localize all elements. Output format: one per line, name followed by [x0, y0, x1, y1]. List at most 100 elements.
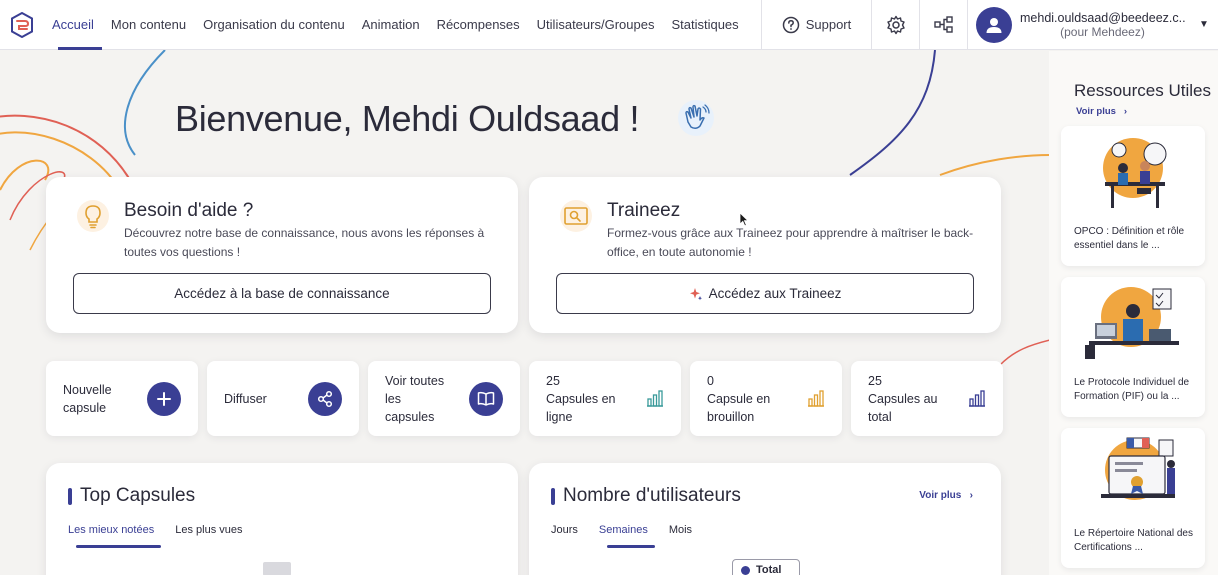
help-card: Besoin d'aide ? Découvrez notre base de …: [46, 177, 518, 333]
resource-card[interactable]: Le Protocole Individuel de Formation (PI…: [1061, 277, 1205, 417]
resource-illustration: [1101, 437, 1175, 500]
top-navigation-bar: Accueil Mon contenu Organisation du cont…: [0, 0, 1218, 50]
nav-item-statistiques[interactable]: Statistiques: [663, 0, 747, 49]
legend-label: Total: [756, 564, 782, 575]
user-organization: (pour Mehdeez): [1060, 24, 1145, 39]
online-capsules-count: 25: [546, 374, 560, 388]
share-tile[interactable]: Diffuser: [207, 361, 359, 436]
chevron-right-icon: ›: [1118, 106, 1128, 117]
tile-label: 25 Capsules en ligne: [546, 372, 616, 426]
support-label: Support: [805, 17, 852, 32]
settings-button[interactable]: [871, 0, 919, 49]
waving-hand-icon: [678, 100, 714, 136]
share-icon: [308, 382, 342, 416]
help-card-description: Découvrez notre base de connaissance, no…: [124, 226, 485, 259]
main-nav: Accueil Mon contenu Organisation du cont…: [44, 0, 747, 50]
nav-item-mon-contenu[interactable]: Mon contenu: [102, 0, 194, 49]
top-capsules-panel: Top Capsules Les mieux notées Les plus v…: [46, 463, 518, 575]
tile-label-line: les: [385, 392, 401, 406]
draft-capsules-count: 0: [707, 374, 714, 388]
welcome-heading: Bienvenue, Mehdi Ouldsaad !: [175, 98, 640, 139]
resource-illustration: [1103, 138, 1167, 208]
knowledge-base-button[interactable]: Accédez à la base de connaissance: [73, 273, 491, 314]
help-circle-icon: [782, 16, 799, 33]
loading-placeholder: [263, 562, 291, 575]
tile-label: 0 Capsule en brouillon: [707, 372, 770, 426]
nav-item-organisation[interactable]: Organisation du contenu: [195, 0, 354, 49]
resource-title: Le Protocole Individuel de Formation (PI…: [1074, 377, 1190, 402]
help-card-title: Besoin d'aide ?: [124, 200, 254, 221]
tile-label-line: Capsules au: [868, 392, 938, 406]
resources-sidebar: Ressources Utiles Voir plus › OPCO : Déf…: [1049, 51, 1218, 575]
legend-dot: [741, 565, 750, 575]
see-more-label: Voir plus: [919, 490, 962, 501]
certificate-icon: [560, 200, 592, 232]
user-menu[interactable]: mehdi.ouldsaad@beedeez.c... (pour Mehdee…: [967, 0, 1218, 49]
user-info: mehdi.ouldsaad@beedeez.c... (pour Mehdee…: [1020, 11, 1185, 39]
online-capsules-tile[interactable]: 25 Capsules en ligne: [529, 361, 681, 436]
users-count-tabs: Jours Semaines Mois: [551, 524, 713, 548]
lightbulb-icon: [77, 200, 109, 232]
gear-icon: [886, 15, 905, 34]
resources-see-more-link[interactable]: Voir plus ›: [1076, 106, 1127, 117]
tile-label: 25 Capsules au total: [868, 372, 938, 426]
resource-title: Le Répertoire National des Certification…: [1074, 528, 1193, 553]
plus-icon: [147, 382, 181, 416]
draft-capsules-tile[interactable]: 0 Capsule en brouillon: [690, 361, 842, 436]
org-chart-button[interactable]: [919, 0, 967, 49]
bar-chart-icon: [647, 390, 663, 407]
resources-title: Ressources Utiles: [1074, 81, 1211, 100]
users-count-panel: Nombre d'utilisateurs Voir plus › Jours …: [529, 463, 1001, 575]
hierarchy-icon: [933, 15, 953, 33]
knowledge-base-button-label: Accédez à la base de connaissance: [174, 286, 390, 301]
total-capsules-count: 25: [868, 374, 882, 388]
sparkle-icon: [689, 287, 702, 300]
nav-item-recompenses[interactable]: Récompenses: [428, 0, 528, 49]
tab-weeks[interactable]: Semaines: [599, 524, 655, 548]
tile-label: Voir toutes les capsules: [385, 372, 444, 426]
tab-best-rated[interactable]: Les mieux notées: [68, 524, 162, 548]
top-capsules-title: Top Capsules: [68, 485, 195, 507]
tile-label-line: Capsules en: [546, 392, 616, 406]
tile-label-line: capsule: [63, 401, 107, 415]
bar-chart-icon: [808, 390, 824, 407]
traineez-button-label: Accédez aux Traineez: [708, 286, 842, 301]
tile-label-line: capsules: [385, 410, 435, 424]
nav-item-accueil[interactable]: Accueil: [44, 0, 103, 50]
caret-down-icon: ▼: [1199, 19, 1209, 30]
chart-legend[interactable]: Total: [732, 559, 800, 575]
user-icon: [986, 17, 1002, 33]
tile-label-line: brouillon: [707, 410, 755, 424]
user-email: mehdi.ouldsaad@beedeez.c...: [1020, 10, 1185, 25]
top-capsules-tabs: Les mieux notées Les plus vues: [68, 524, 263, 548]
nav-item-animation[interactable]: Animation: [353, 0, 428, 49]
tab-months[interactable]: Mois: [669, 524, 699, 536]
chevron-right-icon: ›: [964, 490, 973, 501]
app-logo[interactable]: [0, 0, 44, 49]
users-count-title: Nombre d'utilisateurs: [551, 485, 741, 507]
users-see-more-link[interactable]: Voir plus ›: [919, 490, 973, 501]
see-more-label: Voir plus: [1076, 106, 1116, 117]
tile-label-line: ligne: [546, 410, 573, 424]
resource-card[interactable]: Le Répertoire National des Certification…: [1061, 428, 1205, 568]
tile-label-line: Diffuser: [224, 392, 267, 406]
new-capsule-tile[interactable]: Nouvelle capsule: [46, 361, 198, 436]
traineez-card-title: Traineez: [607, 200, 681, 221]
all-capsules-tile[interactable]: Voir toutes les capsules: [368, 361, 520, 436]
tab-days[interactable]: Jours: [551, 524, 585, 536]
tab-most-viewed[interactable]: Les plus vues: [175, 524, 249, 536]
traineez-button[interactable]: Accédez aux Traineez: [556, 273, 974, 314]
nav-item-utilisateurs[interactable]: Utilisateurs/Groupes: [528, 0, 663, 49]
resource-title: OPCO : Définition et rôle essentiel dans…: [1074, 226, 1185, 251]
avatar: [976, 6, 1012, 43]
resource-illustration: [1085, 287, 1179, 359]
tile-label-line: total: [868, 410, 892, 424]
support-button[interactable]: Support: [761, 0, 871, 49]
book-open-icon: [469, 382, 503, 416]
traineez-card: Traineez Formez-vous grâce aux Traineez …: [529, 177, 1001, 333]
tile-label-line: Capsule en: [707, 392, 771, 406]
total-capsules-tile[interactable]: 25 Capsules au total: [851, 361, 1003, 436]
resource-card[interactable]: OPCO : Définition et rôle essentiel dans…: [1061, 126, 1205, 266]
tile-label: Diffuser: [224, 390, 267, 408]
